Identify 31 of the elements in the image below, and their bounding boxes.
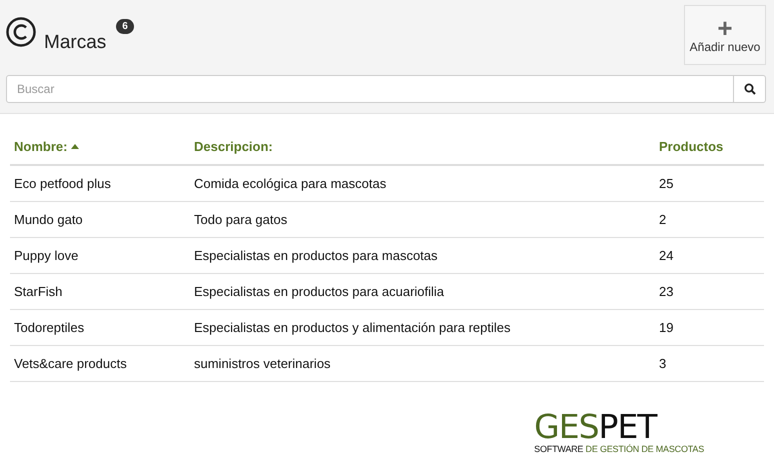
table-cell: suministros veterinarios: [194, 356, 331, 371]
table-cell: Comida ecológica para mascotas: [194, 176, 386, 191]
column-header[interactable]: Descripcion:: [194, 138, 273, 154]
count-badge: 6: [116, 19, 134, 34]
table-cell: 19: [659, 320, 674, 335]
sort-ascending-icon: [71, 144, 80, 148]
logo-tagline: SOFTWARE DE GESTIÓN DE MASCOTAS: [534, 444, 704, 454]
table-cell: 3: [659, 356, 666, 371]
table-cell: Mundo gato: [14, 212, 83, 227]
table-cell: Especialistas en productos para acuariofilia: [194, 284, 444, 299]
table-cell: Especialistas en productos y alimentación para reptiles: [194, 320, 511, 335]
search-button[interactable]: [734, 75, 766, 103]
column-header[interactable]: Nombre:: [14, 138, 80, 154]
logo-name: GESPET: [534, 410, 658, 444]
table-cell: 23: [659, 284, 674, 299]
table-cell: Puppy love: [14, 248, 78, 263]
table-cell: Especialistas en productos para mascotas: [194, 248, 438, 263]
table-cell: 25: [659, 176, 674, 191]
search-field[interactable]: Buscar: [6, 75, 734, 103]
table-cell: 24: [659, 248, 674, 263]
table-cell: StarFish: [14, 284, 62, 299]
table-cell: Todoreptiles: [14, 320, 84, 335]
page-title: Marcas: [44, 32, 106, 54]
table-cell: Eco petfood plus: [14, 176, 111, 191]
column-header[interactable]: Productos: [659, 138, 724, 154]
add-new-button[interactable]: + Añadir nuevo: [684, 5, 766, 65]
copyright-icon: [6, 17, 36, 47]
table-cell: Todo para gatos: [194, 212, 288, 227]
search-icon: [744, 83, 756, 95]
table-cell: Vets&care products: [14, 356, 127, 371]
table-cell: 2: [659, 212, 666, 227]
